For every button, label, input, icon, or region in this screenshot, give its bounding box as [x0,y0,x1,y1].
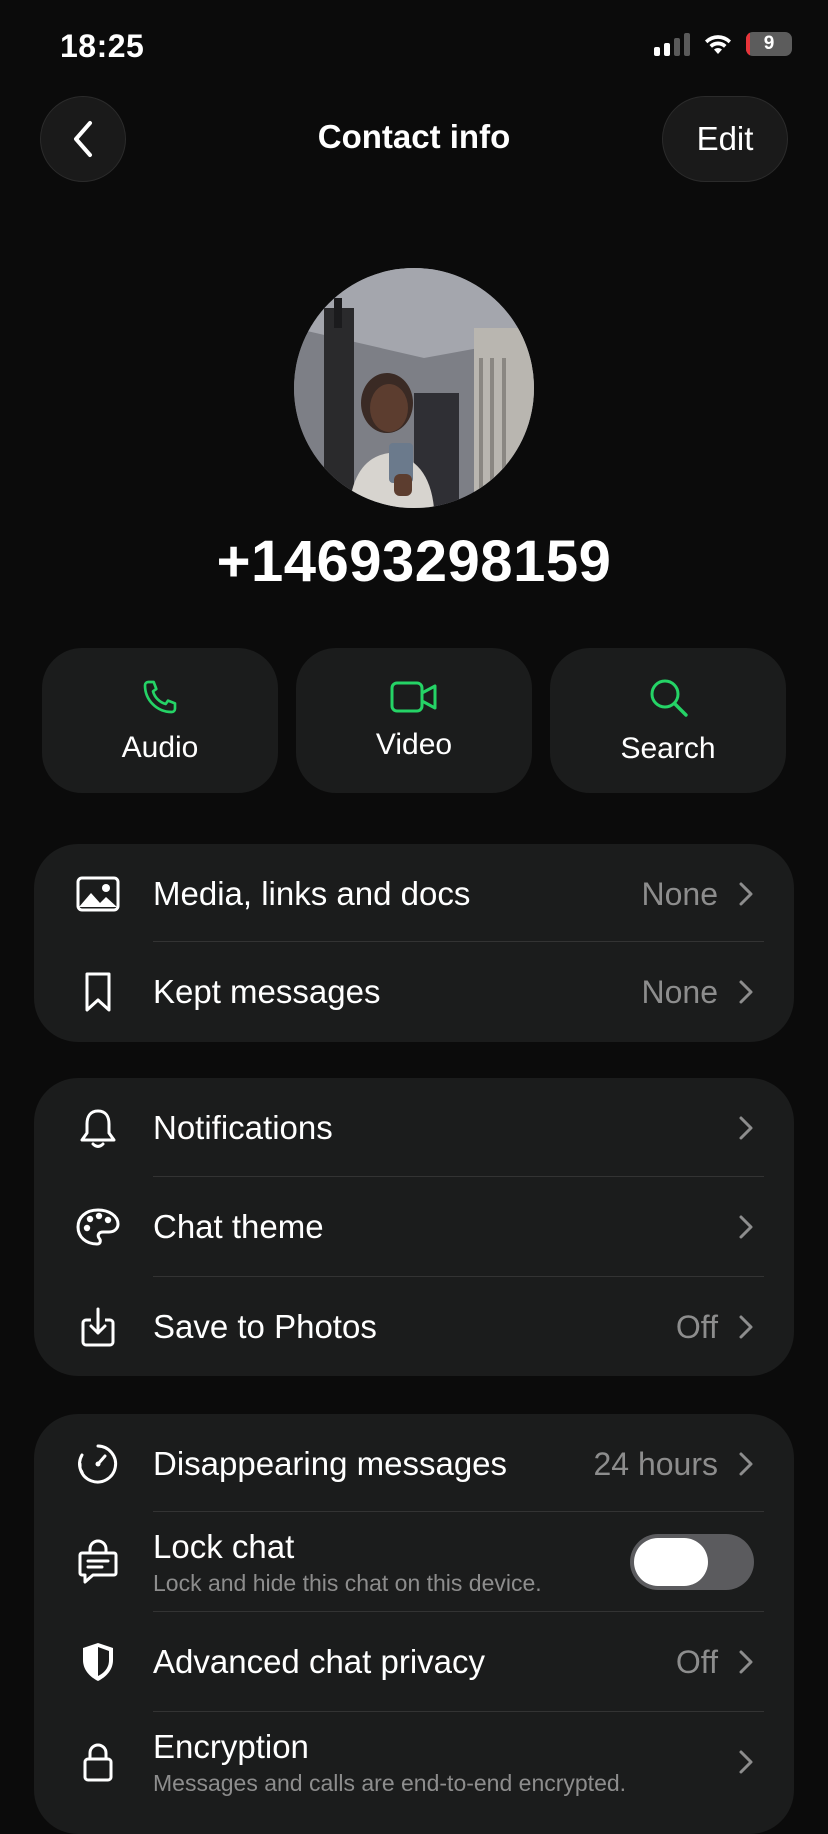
lock-icon [83,1743,113,1782]
chevron-right-icon [739,980,753,1004]
row-value: Off [675,1643,718,1680]
audio-label: Audio [121,730,199,764]
chevron-right-icon [739,1650,753,1674]
avatar-photo [294,268,534,508]
row-label: Notifications [153,1109,333,1146]
shield-icon [83,1643,113,1681]
media-links-docs-row[interactable]: Media, links and docs None [34,844,794,944]
settings-card: Notifications Chat theme Save to Photos … [34,1078,794,1376]
chevron-right-icon [739,1215,753,1239]
video-call-button[interactable]: Video [296,648,532,793]
bookmark-icon [85,972,111,1012]
wifi-icon [705,35,731,54]
lock-chat-row[interactable]: Lock chat Lock and hide this chat on thi… [34,1512,794,1612]
chevron-right-icon [739,1116,753,1140]
row-label: Disappearing messages [153,1445,508,1482]
chevron-right-icon [739,1750,753,1774]
lock-chat-icon [78,1539,118,1584]
row-subtitle: Lock and hide this chat on this device. [153,1569,542,1596]
search-button[interactable]: Search [550,648,786,793]
image-icon [76,876,120,912]
row-label: Advanced chat privacy [153,1643,486,1680]
encryption-row[interactable]: Encryption Messages and calls are end-to… [34,1712,794,1812]
kept-messages-row[interactable]: Kept messages None [34,942,794,1042]
bell-icon [80,1109,116,1148]
notifications-row[interactable]: Notifications [34,1078,794,1178]
save-to-photos-row[interactable]: Save to Photos Off [34,1277,794,1377]
battery-level: 9 [763,33,775,54]
toggle-knob [634,1538,708,1586]
disappearing-messages-row[interactable]: Disappearing messages 24 hours [34,1414,794,1514]
audio-call-button[interactable]: Audio [42,648,278,793]
edit-button[interactable]: Edit [662,96,788,182]
row-value: Off [675,1308,718,1345]
chevron-right-icon [739,1452,753,1476]
cellular-signal-icon [654,32,690,56]
privacy-card: Disappearing messages 24 hours Lock chat… [34,1414,794,1834]
status-time: 18:25 [60,28,145,64]
video-label: Video [375,727,453,761]
row-label: Kept messages [153,973,381,1010]
chat-theme-row[interactable]: Chat theme [34,1177,794,1277]
chevron-right-icon [739,882,753,906]
row-label: Chat theme [153,1208,324,1245]
chevron-right-icon [739,1315,753,1339]
row-value: None [641,875,719,912]
video-icon [390,681,437,712]
search-icon [650,679,688,717]
row-value: None [641,973,719,1010]
search-label: Search [620,731,716,765]
media-card: Media, links and docs None Kept messages… [34,844,794,1042]
row-label: Lock chat [153,1527,295,1565]
timer-icon [78,1444,118,1484]
lock-chat-toggle[interactable] [630,1534,754,1590]
row-label: Save to Photos [153,1308,377,1345]
palette-icon [76,1208,120,1246]
avatar[interactable] [294,268,534,508]
row-value: 24 hours [593,1445,718,1482]
row-subtitle: Messages and calls are end-to-end encryp… [153,1769,627,1796]
status-icons: 9 [654,32,792,56]
row-label: Encryption [153,1727,309,1765]
download-icon [81,1307,115,1347]
battery-icon: 9 [746,32,792,56]
contact-phone-number: +14693298159 [216,529,612,594]
advanced-chat-privacy-row[interactable]: Advanced chat privacy Off [34,1612,794,1712]
phone-icon [143,680,177,713]
row-label: Media, links and docs [153,875,471,912]
